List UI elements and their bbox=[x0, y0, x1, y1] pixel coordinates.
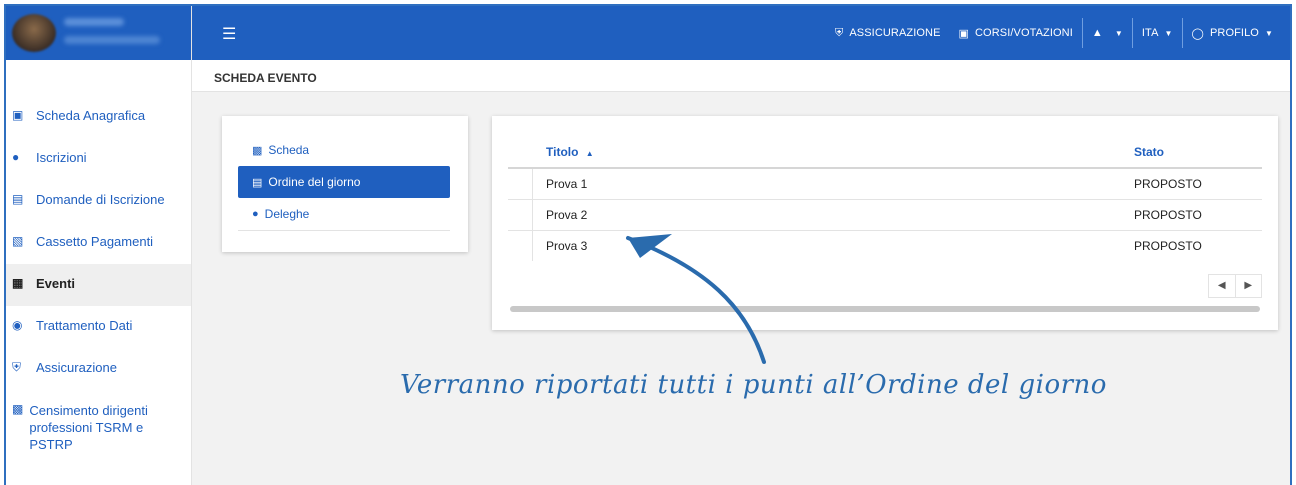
annotation-text: Verranno riportati tutti i punti all’Ord… bbox=[400, 370, 1107, 400]
annotation-arrow bbox=[626, 234, 766, 364]
app-window: ▣ Scheda Anagrafica ● Iscrizioni ▤ Doman… bbox=[4, 4, 1292, 485]
